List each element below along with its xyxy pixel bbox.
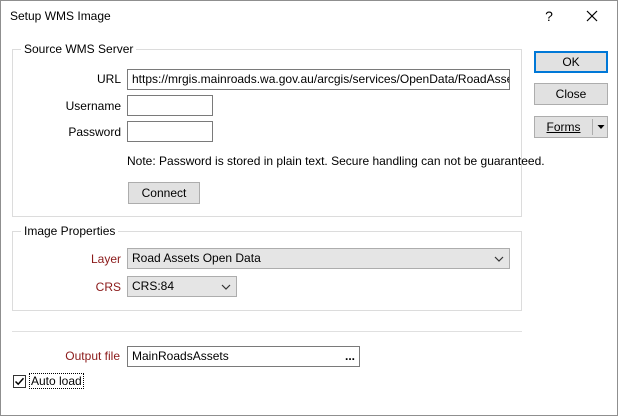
title-bar: Setup WMS Image ? — [1, 1, 617, 32]
source-wms-server-legend: Source WMS Server — [21, 42, 137, 56]
password-label: Password — [68, 125, 121, 139]
close-button[interactable]: Close — [534, 83, 608, 105]
output-file-input[interactable]: MainRoadsAssets ... — [127, 346, 360, 367]
crs-label: CRS — [95, 280, 121, 294]
help-button[interactable]: ? — [539, 6, 559, 26]
auto-load-checkbox[interactable] — [13, 375, 26, 388]
image-properties-group: Image Properties — [12, 224, 522, 311]
checkmark-icon — [14, 377, 25, 386]
image-properties-legend: Image Properties — [21, 224, 119, 238]
setup-wms-image-dialog: Setup WMS Image ? Source WMS Server URL … — [0, 0, 618, 416]
separator — [12, 331, 522, 332]
crs-select[interactable]: CRS:84 — [127, 276, 237, 297]
connect-button[interactable]: Connect — [128, 182, 200, 204]
username-input[interactable] — [127, 95, 213, 116]
caret-down-icon[interactable] — [596, 122, 606, 132]
auto-load-label[interactable]: Auto load — [29, 373, 84, 389]
close-icon — [586, 10, 598, 22]
password-note: Note: Password is stored in plain text. … — [127, 154, 545, 168]
password-input[interactable] — [127, 121, 213, 142]
chevron-down-icon — [494, 256, 504, 262]
forms-button-label: Forms — [546, 120, 581, 134]
url-label: URL — [96, 72, 121, 86]
layer-select-value: Road Assets Open Data — [132, 251, 261, 265]
window-title: Setup WMS Image — [10, 9, 111, 23]
browse-button[interactable]: ... — [345, 347, 355, 366]
split-separator — [592, 119, 593, 135]
url-input[interactable]: https://mrgis.mainroads.wa.gov.au/arcgis… — [127, 69, 510, 90]
layer-label: Layer — [90, 252, 121, 266]
ok-button[interactable]: OK — [534, 51, 608, 73]
crs-select-value: CRS:84 — [132, 279, 175, 293]
close-window-button[interactable] — [581, 6, 603, 26]
username-label: Username — [65, 99, 121, 113]
output-file-value: MainRoadsAssets — [132, 349, 229, 363]
chevron-down-icon — [221, 284, 231, 290]
forms-split-button[interactable]: Forms — [534, 116, 608, 138]
output-file-label: Output file — [65, 349, 120, 363]
layer-select[interactable]: Road Assets Open Data — [127, 248, 510, 269]
